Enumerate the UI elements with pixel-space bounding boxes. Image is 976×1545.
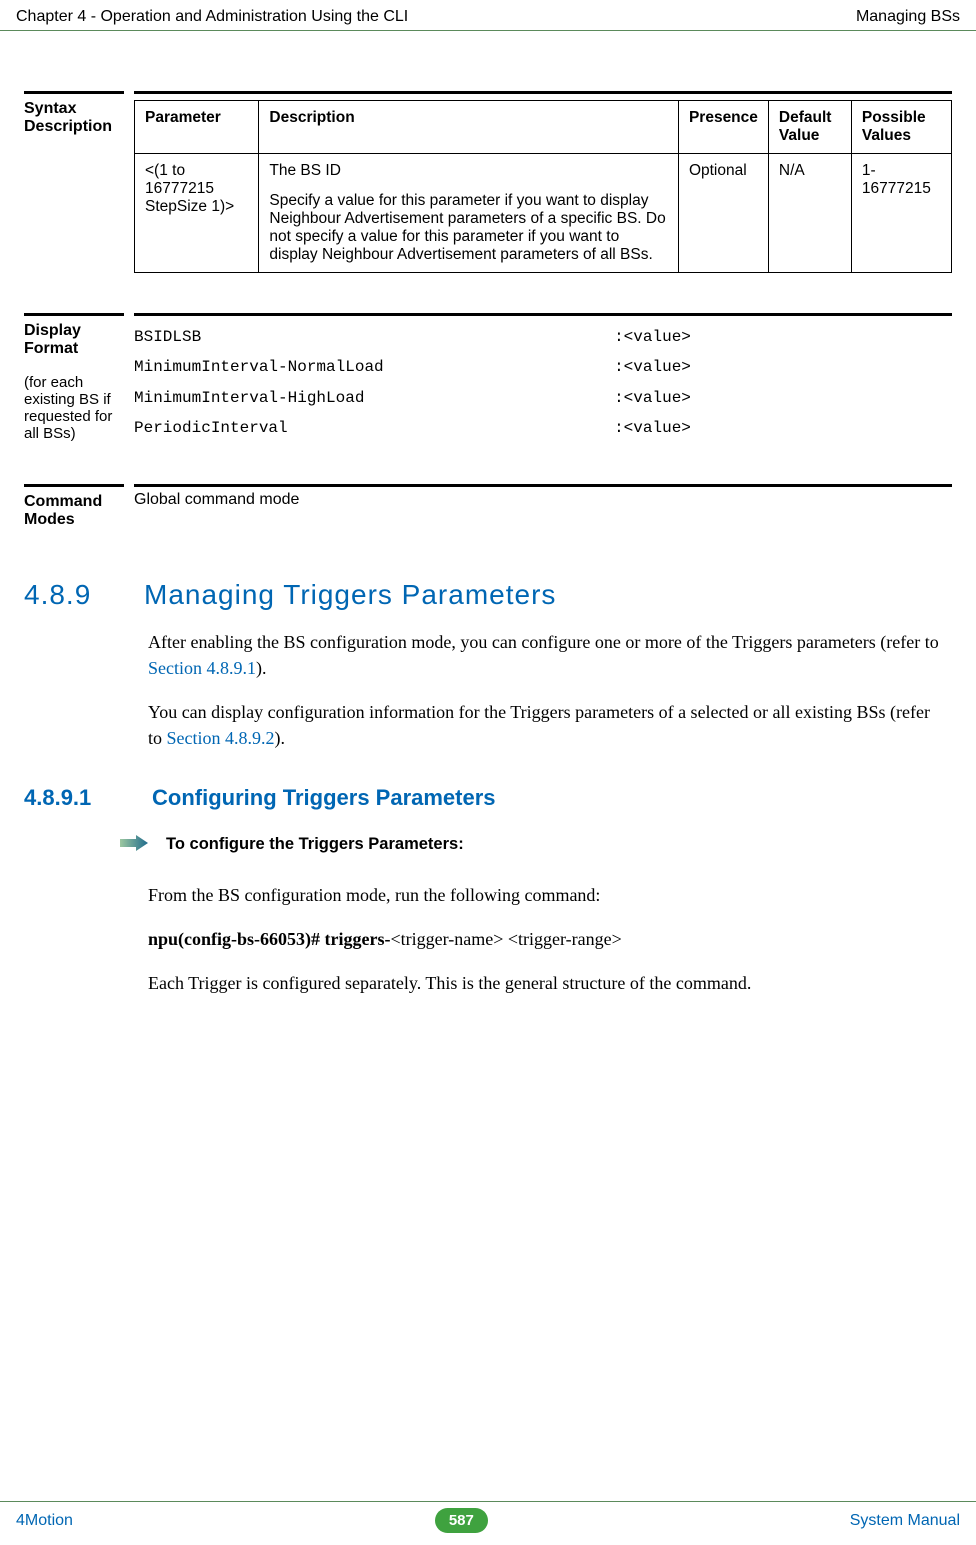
th-default: Default Value [768,101,851,154]
footer-right: System Manual [850,1512,960,1530]
cell-description: The BS ID Specify a value for this param… [259,154,679,273]
display-output: BSIDLSB :<value> MinimumInterval-NormalL… [134,322,952,444]
cell-parameter: <(1 to 16777215 StepSize 1)> [135,154,259,273]
desc-rest: Specify a value for this parameter if yo… [269,192,668,264]
cell-default: N/A [768,154,851,273]
th-parameter: Parameter [135,101,259,154]
display-format-body: BSIDLSB :<value> MinimumInterval-NormalL… [134,313,952,444]
instruction-row: To configure the Triggers Parameters: [120,835,952,854]
th-presence: Presence [678,101,768,154]
cmd-rest: <trigger-name> <trigger-range> [390,929,621,949]
table-row: <(1 to 16777215 StepSize 1)> The BS ID S… [135,154,952,273]
page-content: Syntax Description Parameter Description… [0,31,976,996]
command-modes-section: Command Modes Global command mode [24,484,952,529]
display-format-label-text: Display Format [24,322,81,357]
display-format-label: Display Format (for each existing BS if … [24,313,124,442]
syntax-body: Parameter Description Presence Default V… [134,91,952,273]
display-format-sublabel: (for each existing BS if requested for a… [24,374,124,442]
header-left: Chapter 4 - Operation and Administration… [16,8,408,26]
syntax-section: Syntax Description Parameter Description… [24,91,952,273]
section-title-489: Managing Triggers Parameters [144,579,556,611]
command-modes-label: Command Modes [24,484,124,529]
para-489-1: After enabling the BS configuration mode… [148,629,942,681]
instruction-cmd: npu(config-bs-66053)# triggers-<trigger-… [148,926,942,952]
para-489-2: You can display configuration informatio… [148,699,942,751]
th-description: Description [259,101,679,154]
section-heading-489: 4.8.9 Managing Triggers Parameters [24,579,952,611]
instruction-p2: Each Trigger is configured separately. T… [148,970,942,996]
page-footer: 4Motion 587 System Manual [0,1501,976,1533]
page-number-badge: 587 [435,1508,488,1533]
th-possible: Possible Values [851,101,951,154]
header-right: Managing BSs [856,8,960,26]
syntax-label: Syntax Description [24,91,124,136]
table-header-row: Parameter Description Presence Default V… [135,101,952,154]
link-section-4891[interactable]: Section 4.8.9.1 [148,658,256,678]
para-489-1b: ). [256,658,267,678]
parameter-table: Parameter Description Presence Default V… [134,100,952,273]
section-heading-4891: 4.8.9.1 Configuring Triggers Parameters [24,785,952,811]
instruction-heading: To configure the Triggers Parameters: [166,835,464,854]
command-modes-text: Global command mode [134,491,299,508]
arrow-right-icon [120,835,148,853]
command-modes-body: Global command mode [134,484,952,509]
desc-line1: The BS ID [269,162,668,180]
cell-possible: 1-16777215 [851,154,951,273]
link-section-4892[interactable]: Section 4.8.9.2 [167,728,275,748]
section-title-4891: Configuring Triggers Parameters [152,785,496,811]
para-489-1a: After enabling the BS configuration mode… [148,632,939,652]
footer-left: 4Motion [16,1512,73,1530]
instruction-p1: From the BS configuration mode, run the … [148,882,942,908]
cell-presence: Optional [678,154,768,273]
display-format-section: Display Format (for each existing BS if … [24,313,952,444]
cmd-bold: npu(config-bs-66053)# triggers- [148,929,390,949]
section-num-4891: 4.8.9.1 [24,785,124,811]
para-489-2b: ). [275,728,286,748]
section-num-489: 4.8.9 [24,579,124,611]
page-header: Chapter 4 - Operation and Administration… [0,0,976,31]
